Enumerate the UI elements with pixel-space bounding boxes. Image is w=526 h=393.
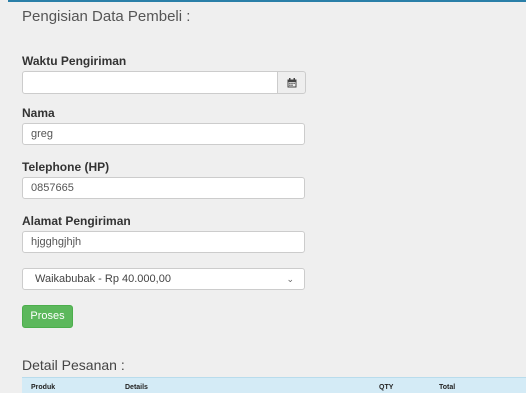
column-header-details: Details	[125, 384, 148, 391]
shipping-select-value: Waikabubak - Rp 40.000,00	[35, 273, 171, 285]
form-title: Pengisian Data Pembeli :	[22, 8, 191, 25]
calendar-icon	[287, 77, 296, 87]
nama-input[interactable]: greg	[22, 123, 305, 145]
alamat-input[interactable]: hjgghgjhjh	[22, 231, 305, 253]
calendar-button[interactable]	[277, 71, 306, 94]
column-header-qty: QTY	[379, 384, 394, 391]
column-header-total: Total	[439, 384, 456, 391]
detail-pesanan-title: Detail Pesanan :	[22, 357, 125, 373]
top-border-line	[8, 0, 526, 2]
waktu-pengiriman-input[interactable]	[22, 71, 278, 94]
waktu-pengiriman-group	[22, 71, 306, 94]
telephone-input[interactable]: 0857665	[22, 177, 305, 199]
proses-button[interactable]: Proses	[22, 305, 73, 328]
column-header-produk: Produk	[31, 384, 56, 391]
chevron-down-icon: ⌄	[286, 274, 294, 284]
waktu-pengiriman-label: Waktu Pengiriman	[22, 54, 127, 68]
telephone-label: Telephone (HP)	[22, 160, 110, 174]
shipping-select[interactable]: Waikabubak - Rp 40.000,00 ⌄	[22, 268, 305, 290]
alamat-label: Alamat Pengiriman	[22, 214, 131, 228]
nama-label: Nama	[22, 106, 55, 120]
order-table-header: Produk Details QTY Total	[22, 377, 526, 393]
